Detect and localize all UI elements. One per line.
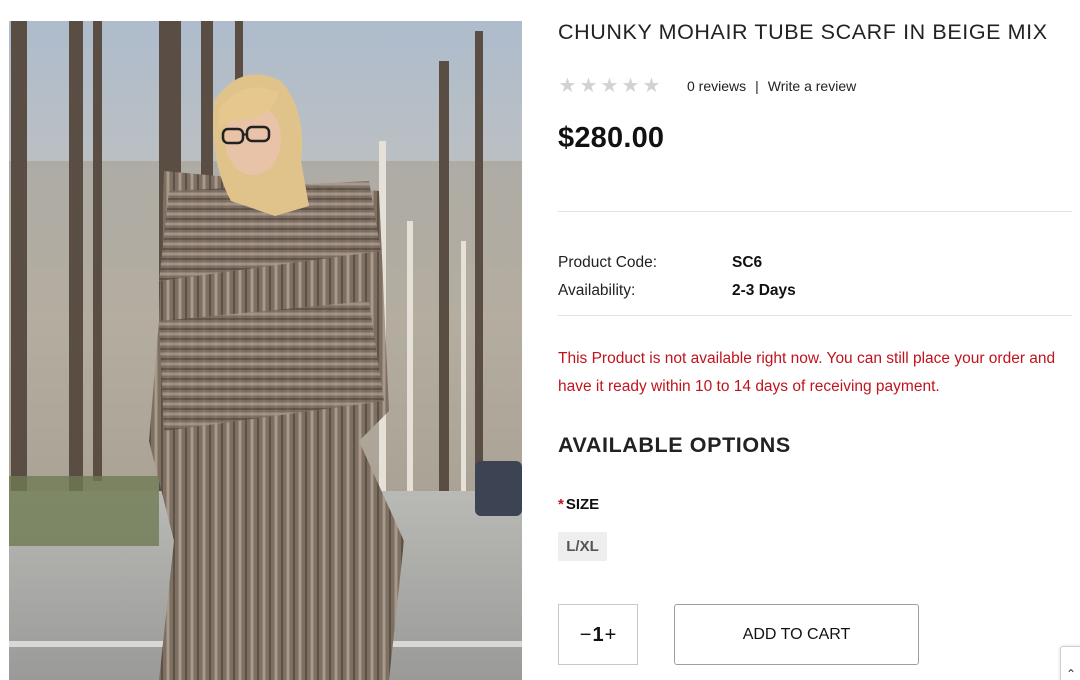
spec-value: SC6 bbox=[732, 254, 763, 271]
quantity-value[interactable]: 1 bbox=[592, 625, 603, 645]
spec-value: 2-3 Days bbox=[732, 282, 796, 299]
product-title: CHUNKY MOHAIR TUBE SCARF IN BEIGE MIX bbox=[558, 20, 1048, 44]
spec-availability: Availability: 2-3 Days bbox=[558, 282, 796, 300]
size-choice-lxl[interactable]: L/XL bbox=[558, 532, 607, 561]
size-option-label: * SIZE bbox=[558, 496, 599, 513]
options-heading: AVAILABLE OPTIONS bbox=[558, 433, 791, 457]
spec-product-code: Product Code: SC6 bbox=[558, 254, 762, 272]
divider bbox=[558, 211, 1072, 212]
spec-label: Product Code: bbox=[558, 254, 658, 271]
rating-stars: ★ ★ ★ ★ ★ bbox=[558, 76, 661, 96]
reviews-count-link[interactable]: 0 reviews bbox=[687, 78, 746, 94]
rating-row: ★ ★ ★ ★ ★ 0 reviews | Write a review bbox=[558, 74, 857, 98]
availability-notice: This Product is not available right now.… bbox=[558, 350, 1056, 395]
increment-button[interactable]: + bbox=[605, 625, 617, 645]
size-label-text: SIZE bbox=[565, 496, 600, 513]
star-icon: ★ bbox=[579, 75, 598, 97]
spec-label: Availability: bbox=[558, 282, 636, 299]
decrement-button[interactable]: − bbox=[580, 625, 592, 645]
product-photo-illustration bbox=[9, 21, 522, 680]
write-review-link[interactable]: Write a review bbox=[768, 78, 856, 94]
product-image[interactable] bbox=[9, 21, 522, 680]
add-to-cart-button[interactable]: ADD TO CART bbox=[674, 604, 919, 665]
required-mark: * bbox=[558, 496, 564, 513]
product-price: $280.00 bbox=[558, 122, 665, 154]
scroll-top-icon: ⌃ bbox=[1066, 667, 1077, 680]
star-icon: ★ bbox=[600, 75, 619, 97]
quantity-stepper: − 1 + bbox=[558, 604, 638, 665]
star-icon: ★ bbox=[621, 75, 640, 97]
reviews-separator: | bbox=[755, 78, 759, 94]
divider bbox=[558, 315, 1072, 316]
scroll-top-button[interactable]: ⌃ bbox=[1060, 646, 1080, 680]
star-icon: ★ bbox=[642, 75, 661, 97]
star-icon: ★ bbox=[558, 75, 577, 97]
